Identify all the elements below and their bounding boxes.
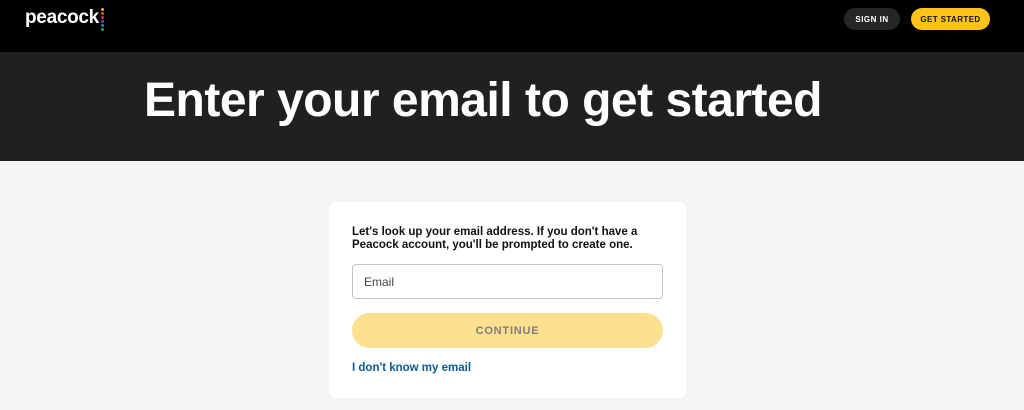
logo-dot <box>100 24 104 27</box>
hero-banner: Enter your email to get started <box>0 52 1024 161</box>
logo-dot <box>100 8 104 11</box>
continue-button[interactable]: CONTINUE <box>352 313 663 348</box>
logo-dot <box>100 12 104 15</box>
top-nav-bar: peacock SIGN IN GET STARTED <box>0 0 1024 52</box>
forgot-email-link[interactable]: I don't know my email <box>352 362 471 374</box>
logo-dot <box>100 20 104 23</box>
form-description: Let's look up your email address. If you… <box>352 226 638 251</box>
logo-dot <box>100 16 104 19</box>
email-form-card: Let's look up your email address. If you… <box>329 202 686 398</box>
logo-text: peacock <box>25 7 99 28</box>
email-field[interactable] <box>352 264 663 299</box>
page-title: Enter your email to get started <box>144 74 823 127</box>
sign-in-button[interactable]: SIGN IN <box>844 8 900 30</box>
peacock-logo[interactable]: peacock <box>25 7 104 31</box>
logo-dot <box>100 28 104 31</box>
logo-dots-icon <box>100 8 104 31</box>
get-started-button[interactable]: GET STARTED <box>911 8 990 30</box>
